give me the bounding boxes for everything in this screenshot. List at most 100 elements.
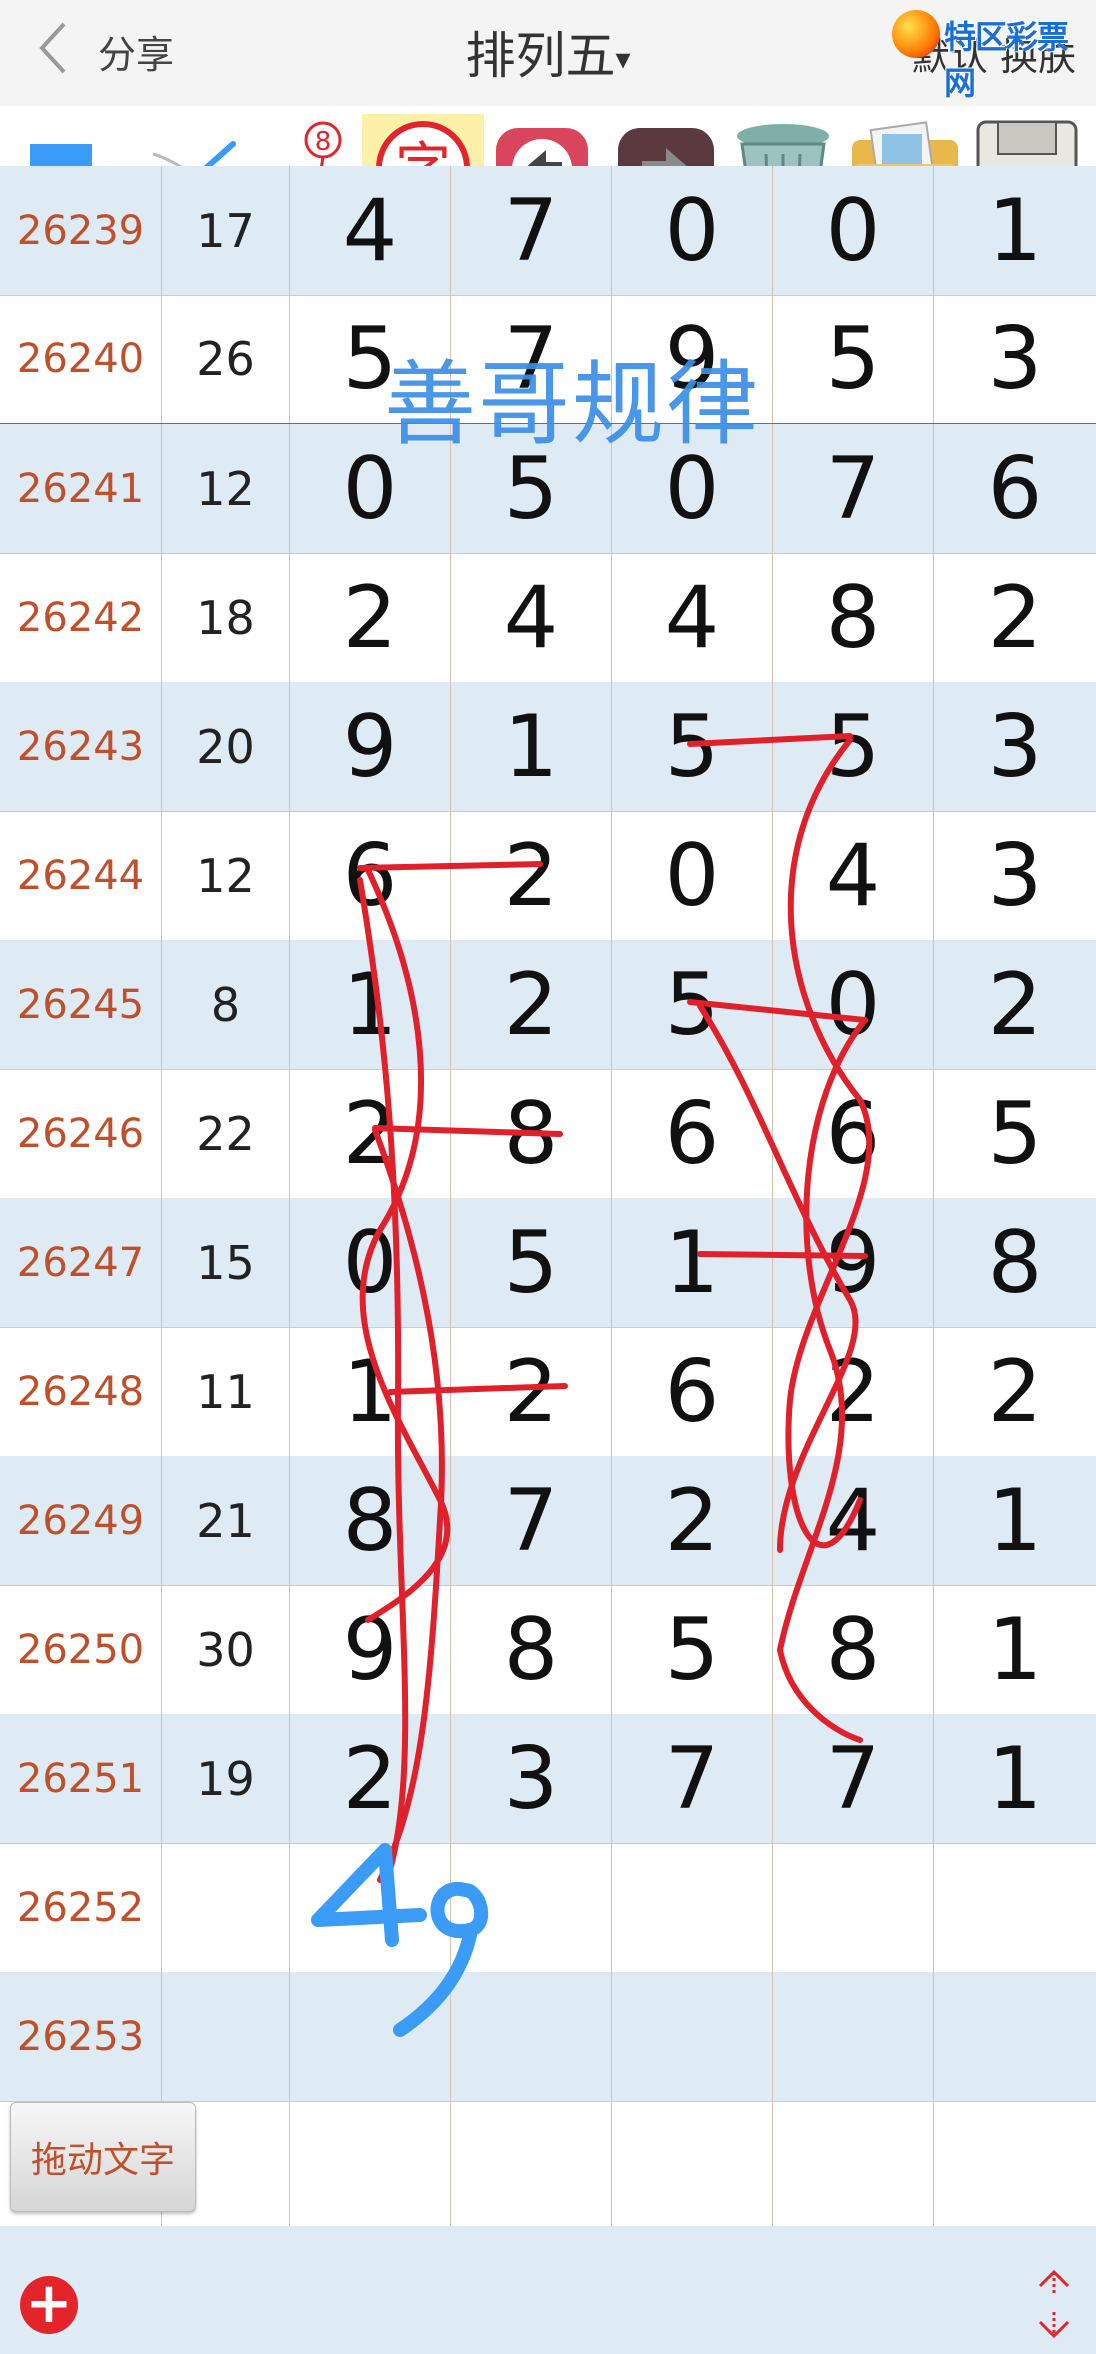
sum-value: 17 [196,203,255,258]
digit-5: 6 [987,438,1043,539]
digit-1: 6 [342,825,398,926]
digit-3: 7 [664,1728,720,1829]
digit-1: 9 [342,1599,398,1700]
sum-value: 30 [196,1622,255,1677]
digit-4: 4 [825,1470,881,1571]
top-bar: 分享 排列五▾ 默认 换肤 特区彩票网 [0,0,1096,106]
digit-5: 1 [987,1470,1043,1571]
sum-value: 18 [196,590,255,645]
digit-3: 6 [664,1341,720,1442]
table-row: 26239 17 4 7 0 0 1 [0,166,1096,296]
globe-logo-icon [892,10,940,58]
issue-number: 26248 [16,1368,145,1415]
table-row: 26247 15 0 5 1 9 8 [0,1198,1096,1328]
drag-text-button[interactable]: 拖动文字 [10,2102,196,2212]
digit-4: 4 [825,825,881,926]
digit-4: 2 [825,1341,881,1442]
up-down-arrows-icon[interactable] [1032,2266,1076,2342]
digit-3: 5 [664,1599,720,1700]
site-logo: 特区彩票网 [892,6,1092,102]
digit-5: 2 [987,954,1043,1055]
digit-2: 7 [503,1470,559,1571]
digit-5: 3 [987,696,1043,797]
table-row: 26245 8 1 2 5 0 2 [0,940,1096,1070]
issue-number: 26239 [16,207,145,254]
issue-number: 26241 [16,465,145,512]
digit-2: 1 [503,696,559,797]
digit-5: 2 [987,567,1043,668]
digit-2: 4 [503,567,559,668]
numlink-top-label: 8 [315,127,332,157]
digit-1: 2 [342,567,398,668]
sum-value: 22 [196,1106,255,1161]
digit-4: 5 [825,696,881,797]
digit-1: 9 [342,696,398,797]
digit-3: 1 [664,1212,720,1313]
page-title: 排列五 [465,27,616,85]
table-row: 26249 21 8 7 2 4 1 [0,1456,1096,1586]
digit-4: 7 [825,1728,881,1829]
table-row: 26244 12 6 2 0 4 3 [0,811,1096,944]
issue-number: 26249 [16,1497,145,1544]
dropdown-caret-icon: ▾ [615,42,631,77]
digit-1: 8 [342,1470,398,1571]
sum-value: 19 [196,1751,255,1806]
table-row: 26250 30 9 8 5 8 1 [0,1585,1096,1715]
digit-1: 4 [342,180,398,281]
issue-number: 26245 [16,981,145,1028]
issue-number: 26244 [16,852,145,899]
digit-2: 2 [503,1341,559,1442]
digit-2: 2 [503,825,559,926]
issue-number: 26243 [16,723,145,770]
bottom-bar: + [0,2226,1096,2354]
issue-number: 26247 [16,1239,145,1286]
digit-3: 4 [664,567,720,668]
sum-value: 15 [196,1235,255,1290]
digit-3: 0 [664,825,720,926]
sum-value: 26 [196,331,255,386]
table-row: 26243 20 9 1 5 5 3 [0,682,1096,812]
digit-3: 6 [664,1083,720,1184]
digit-1: 2 [342,1083,398,1184]
digit-5: 1 [987,180,1043,281]
digit-4: 6 [825,1083,881,1184]
digit-5: 8 [987,1212,1043,1313]
sum-value: 12 [196,848,255,903]
issue-number: 26251 [16,1755,145,1802]
digit-2: 7 [503,180,559,281]
digit-5: 1 [987,1728,1043,1829]
table-row: 26242 18 2 4 4 8 2 [0,553,1096,683]
table-row: 26246 22 2 8 6 6 5 [0,1069,1096,1199]
digit-5: 3 [987,308,1043,409]
digit-2: 8 [503,1083,559,1184]
digit-2: 8 [503,1599,559,1700]
digit-4: 0 [825,954,881,1055]
digit-2: 2 [503,954,559,1055]
digit-2: 5 [503,1212,559,1313]
digit-5: 2 [987,1341,1043,1442]
issue-number: 26240 [16,335,145,382]
digit-4: 9 [825,1212,881,1313]
sum-value: 12 [196,461,255,516]
digit-1: 1 [342,1341,398,1442]
issue-number: 26246 [16,1110,145,1157]
logo-text: 特区彩票网 [944,18,1069,102]
pattern-title-overlay: 善哥规律 [384,351,761,458]
issue-number: 26253 [16,2013,145,2060]
digit-1: 0 [342,1212,398,1313]
digit-5: 1 [987,1599,1043,1700]
table-row: 26253 [0,1972,1096,2102]
digit-4: 0 [825,180,881,281]
sum-value: 21 [196,1493,255,1548]
issue-number: 26242 [16,594,145,641]
table-row: 26248 11 1 2 6 2 2 [0,1327,1096,1460]
digit-4: 8 [825,567,881,668]
plus-circle-icon[interactable]: + [20,2276,78,2334]
digit-1: 2 [342,1728,398,1829]
digit-4: 8 [825,1599,881,1700]
digit-4: 5 [825,308,881,409]
issue-number: 26250 [16,1626,145,1673]
digit-5: 5 [987,1083,1043,1184]
digit-3: 5 [664,696,720,797]
digit-3: 5 [664,954,720,1055]
